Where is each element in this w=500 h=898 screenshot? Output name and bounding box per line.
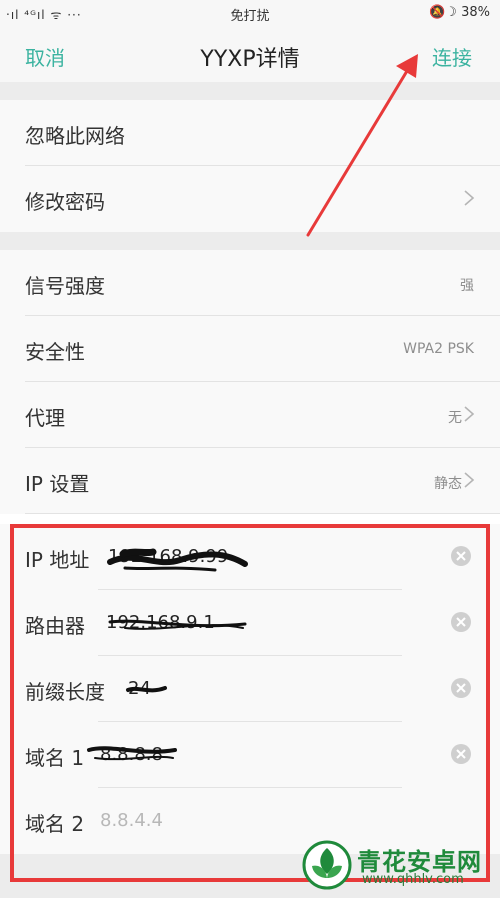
watermark: 青花安卓网 www.qhhlv.com <box>302 838 494 894</box>
dns1-label: 域名 1 <box>25 746 85 770</box>
nav-bar: 取消 YYXP详情 连接 <box>0 28 500 82</box>
section-gap <box>0 232 500 250</box>
router-row: 路由器 192.168.9.1 <box>0 590 500 656</box>
proxy-row[interactable]: 代理 无 <box>0 382 500 448</box>
change-password-label: 修改密码 <box>25 190 105 214</box>
ip-settings-value: 静态 <box>434 476 462 492</box>
signal-strength-row: 信号强度 强 <box>0 250 500 316</box>
dns2-label: 域名 2 <box>25 812 85 836</box>
forget-network-label: 忽略此网络 <box>25 124 125 148</box>
security-row: 安全性 WPA2 PSK <box>0 316 500 382</box>
clear-icon[interactable] <box>450 611 472 633</box>
prefix-length-label: 前缀长度 <box>25 680 105 704</box>
ip-settings-label: IP 设置 <box>25 472 90 496</box>
page-title: YYXP详情 <box>200 47 300 72</box>
ip-address-row: IP 地址 192.168.9.99 <box>0 524 500 590</box>
ip-address-input[interactable]: 192.168.9.99 <box>108 546 228 570</box>
ip-address-label: IP 地址 <box>25 548 90 572</box>
clear-icon[interactable] <box>450 743 472 765</box>
ip-settings-row[interactable]: IP 设置 静态 <box>0 448 500 514</box>
prefix-length-row: 前缀长度 24 <box>0 656 500 722</box>
clear-icon[interactable] <box>450 545 472 567</box>
do-not-disturb-label: 免打扰 <box>230 9 270 24</box>
chevron-right-icon <box>464 472 475 488</box>
clear-icon[interactable] <box>450 677 472 699</box>
connect-button[interactable]: 连接 <box>432 42 472 71</box>
dns1-row: 域名 1 8.8.8.8 <box>0 722 500 788</box>
proxy-label: 代理 <box>25 406 65 430</box>
prefix-length-input[interactable]: 24 <box>128 678 151 702</box>
watermark-url: www.qhhlv.com <box>362 872 464 887</box>
security-label: 安全性 <box>25 340 85 364</box>
watermark-logo-icon <box>302 840 352 890</box>
section-gap <box>0 82 500 100</box>
divider <box>25 513 500 514</box>
proxy-value: 无 <box>448 410 462 426</box>
dns2-input[interactable]: 8.8.4.4 <box>100 810 163 834</box>
chevron-right-icon <box>464 190 475 206</box>
battery-status: 🔕☽ 38% <box>429 5 490 20</box>
signal-strength-value: 强 <box>460 278 474 294</box>
dns1-input[interactable]: 8.8.8.8 <box>100 744 163 768</box>
router-label: 路由器 <box>25 614 85 638</box>
signal-strength-label: 信号强度 <box>25 274 105 298</box>
chevron-right-icon <box>464 406 475 422</box>
status-bar: ‧ıl ⁴ᴳıl ᯤ ··· 免打扰 🔕☽ 38% <box>0 0 500 28</box>
change-password-row[interactable]: 修改密码 <box>0 166 500 232</box>
security-value: WPA2 PSK <box>403 341 474 357</box>
router-input[interactable]: 192.168.9.1 <box>106 612 215 636</box>
forget-network-row[interactable]: 忽略此网络 <box>0 100 500 166</box>
